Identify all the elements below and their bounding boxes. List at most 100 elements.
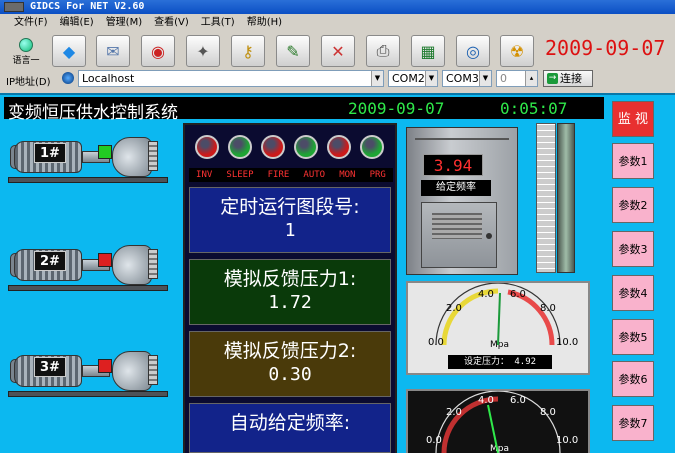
ip-input[interactable]: Localhost ▼ — [78, 70, 384, 87]
led-sleep — [228, 135, 252, 159]
gauge-tick: 8.0 — [540, 407, 556, 418]
screen-time: 0:05:07 — [500, 99, 568, 118]
level-ruler — [536, 123, 556, 273]
ip-value: Localhost — [82, 72, 135, 85]
excel-button[interactable]: ▦ — [411, 35, 445, 67]
pump-3[interactable]: 3# — [8, 345, 178, 401]
cabinet-door — [421, 202, 497, 268]
pump-flange — [148, 249, 158, 279]
edit-icon: ◆ — [62, 41, 76, 61]
led-inv — [195, 135, 219, 159]
gauge-unit: Mpa — [490, 444, 509, 453]
pump-base — [8, 177, 168, 183]
hazard-button[interactable]: ☢ — [500, 35, 534, 67]
gauge-unit: Mpa — [490, 340, 509, 350]
com-select-b[interactable]: COM3 ▼ — [442, 70, 492, 87]
globe-icon — [19, 38, 33, 52]
gauge-tick: 10.0 — [556, 337, 578, 348]
gauge-tick: 8.0 — [540, 303, 556, 314]
menu-help[interactable]: 帮助(H) — [247, 14, 282, 32]
window-title: GIDCS For NET V2.60 — [30, 1, 145, 12]
ip-label: IP地址(D) — [6, 77, 51, 88]
pump-2[interactable]: 2# — [8, 239, 178, 295]
app-icon[interactable] — [4, 2, 24, 12]
menu-bar: 文件(F) 编辑(E) 管理(M) 查看(V) 工具(T) 帮助(H) — [0, 14, 675, 32]
led-mon — [327, 135, 351, 159]
param6-tab[interactable]: 参数6 — [612, 361, 654, 397]
cabinet-top — [415, 138, 509, 140]
led-auto — [294, 135, 318, 159]
connect-label: 连接 — [560, 72, 582, 85]
chevron-down-icon[interactable]: ▼ — [425, 71, 437, 86]
pump-flange — [148, 355, 158, 385]
chevron-down-icon[interactable]: ▼ — [479, 71, 491, 86]
status-panel: INV SLEEP FIRE AUTO MON PRG 定时运行图段号: 1 模… — [183, 123, 397, 453]
pump-1[interactable]: 1# — [8, 131, 178, 187]
monitor-icon: ◉ — [151, 41, 165, 61]
menu-manage[interactable]: 管理(M) — [106, 14, 142, 32]
param7-tab[interactable]: 参数7 — [612, 405, 654, 441]
set-pressure-label: 设定压力： — [463, 357, 509, 367]
led-label-auto: AUTO — [303, 170, 326, 180]
number-stepper[interactable]: 0 ▴ — [496, 70, 538, 87]
print-icon: ⎙ — [376, 41, 390, 60]
pump-housing — [112, 351, 152, 391]
keys-button[interactable]: ⚷ — [231, 35, 265, 67]
title-bar: GIDCS For NET V2.60 — [0, 0, 675, 14]
pump-base — [8, 391, 168, 397]
settings-button[interactable]: ✦ — [186, 35, 220, 67]
param1-tab[interactable]: 参数1 — [612, 143, 654, 179]
pump-tag: 3# — [34, 357, 66, 377]
hazard-icon: ☢ — [509, 41, 525, 61]
pressure2-block: 模拟反馈压力2: 0.30 — [189, 331, 391, 397]
pump-flange — [148, 141, 158, 171]
gauge-caption: 设定压力： 4.92 — [448, 355, 552, 369]
freq-display: 3.94 — [423, 154, 483, 176]
menu-view[interactable]: 查看(V) — [154, 14, 189, 32]
connect-button[interactable]: → 连接 — [543, 70, 593, 87]
edit-button[interactable]: ◆ — [52, 35, 86, 67]
stepper-icon[interactable]: ▴ — [525, 71, 537, 86]
number-value: 0 — [500, 72, 507, 85]
arrow-right-icon: → — [547, 73, 558, 84]
settings-icon: ✦ — [196, 41, 210, 61]
network-icon: ◎ — [466, 41, 480, 61]
menu-edit[interactable]: 编辑(E) — [60, 14, 94, 32]
auto-freq-label: 自动给定频率: — [229, 412, 351, 434]
param3-tab[interactable]: 参数3 — [612, 231, 654, 267]
language-button[interactable]: 语言一 — [4, 38, 48, 66]
gauge-tick: 10.0 — [556, 435, 578, 446]
led-labels: INV SLEEP FIRE AUTO MON PRG — [189, 168, 393, 182]
cabinet-knob — [486, 233, 492, 239]
gauge-tick: 2.0 — [446, 407, 462, 418]
tools-button[interactable]: ✎ — [276, 35, 310, 67]
cancel-button[interactable]: ✕ — [321, 35, 355, 67]
monitor-tab[interactable]: 监 视 — [612, 101, 654, 137]
screen-header: 变频恒压供水控制系统 2009-09-07 0:05:07 — [4, 97, 604, 123]
chevron-down-icon[interactable]: ▼ — [371, 71, 383, 86]
level-tube — [557, 123, 575, 273]
led-label-inv: INV — [196, 170, 213, 180]
pressure-gauge-actual: 0.0 2.0 4.0 6.0 8.0 10.0 Mpa — [406, 389, 590, 453]
excel-icon: ▦ — [420, 41, 436, 61]
menu-file[interactable]: 文件(F) — [14, 14, 48, 32]
toolbar-date: 2009-09-07 — [545, 36, 666, 60]
com-a-value: COM2 — [392, 72, 425, 85]
param2-tab[interactable]: 参数2 — [612, 187, 654, 223]
print-button[interactable]: ⎙ — [366, 35, 400, 67]
param4-tab[interactable]: 参数4 — [612, 275, 654, 311]
gauge-needle — [497, 292, 501, 346]
monitor-button[interactable]: ◉ — [141, 35, 175, 67]
param5-tab[interactable]: 参数5 — [612, 319, 654, 355]
gauge-tick: 0.0 — [426, 435, 442, 446]
connect-button[interactable]: ✉ — [96, 35, 130, 67]
network-button[interactable]: ◎ — [456, 35, 490, 67]
cancel-icon: ✕ — [331, 41, 345, 61]
com-select-a[interactable]: COM2 ▼ — [388, 70, 438, 87]
com-b-value: COM3 — [446, 72, 479, 85]
language-label: 语言一 — [12, 56, 40, 66]
led-prg — [360, 135, 384, 159]
pump-status-indicator — [98, 145, 112, 159]
pump-base — [8, 285, 168, 291]
menu-tools[interactable]: 工具(T) — [201, 14, 235, 32]
